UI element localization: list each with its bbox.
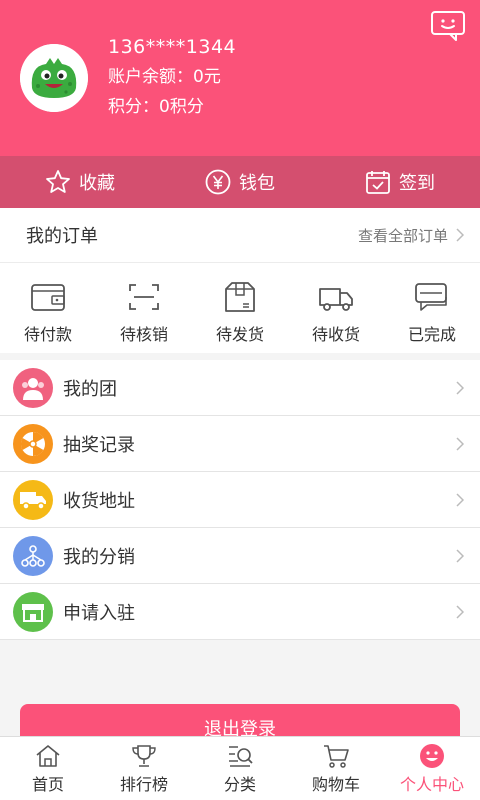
quick-actions-bar: 收藏 钱包 签到 — [0, 156, 480, 208]
menu-item-label: 收货地址 — [63, 490, 135, 512]
smiley-profile-icon — [420, 744, 444, 768]
chevron-right-icon — [456, 548, 464, 563]
order-status-label: 待发货 — [215, 325, 264, 344]
trophy-icon — [132, 745, 156, 767]
tab-label: 购物车 — [311, 775, 360, 794]
chevron-right-icon — [456, 436, 464, 451]
orders-title: 我的订单 — [26, 226, 98, 247]
tab-cart[interactable]: 购物车 — [288, 737, 384, 800]
checkin-label: 签到 — [399, 173, 435, 194]
menu-item-apply-join[interactable]: 申请入驻 — [0, 584, 480, 640]
wallet-button[interactable]: 钱包 — [160, 156, 320, 208]
menu-item-label: 申请入驻 — [63, 602, 135, 624]
chevron-right-icon — [456, 380, 464, 395]
tab-label: 首页 — [31, 775, 64, 794]
checkin-button[interactable]: 签到 — [320, 156, 480, 208]
profile-header: 136****1344 账户余额：0元 积分：0积分 — [0, 0, 480, 156]
menu-item-label: 我的分销 — [63, 546, 135, 568]
monster-avatar-icon — [20, 44, 88, 112]
scan-icon — [129, 284, 159, 310]
tab-label: 分类 — [223, 775, 256, 794]
order-pending-payment[interactable]: 待付款 — [0, 263, 96, 353]
group-icon — [13, 367, 53, 408]
yen-icon — [205, 169, 231, 195]
menu-item-label: 我的团 — [63, 378, 117, 400]
user-points: 积分：0积分 — [108, 97, 204, 117]
order-completed[interactable]: 已完成 — [384, 263, 480, 353]
avatar[interactable] — [20, 44, 88, 112]
chevron-right-icon — [456, 604, 464, 619]
delivery-truck-icon — [13, 479, 53, 520]
package-icon — [225, 282, 255, 312]
star-icon — [46, 170, 70, 193]
favorites-label: 收藏 — [79, 173, 115, 194]
tab-ranking[interactable]: 排行榜 — [96, 737, 192, 800]
order-status-label: 待核销 — [119, 325, 168, 344]
tab-home[interactable]: 首页 — [0, 737, 96, 800]
cart-icon — [324, 745, 349, 768]
menu-item-shipping-address[interactable]: 收货地址 — [0, 472, 480, 528]
account-balance: 账户余额：0元 — [108, 67, 221, 87]
favorites-button[interactable]: 收藏 — [0, 156, 160, 208]
menu-item-label: 抽奖记录 — [63, 434, 135, 456]
order-pending-verify[interactable]: 待核销 — [96, 263, 192, 353]
user-phone: 136****1344 — [108, 36, 237, 58]
category-search-icon — [229, 746, 253, 767]
chevron-right-icon — [456, 228, 464, 242]
view-all-orders-label: 查看全部订单 — [357, 226, 448, 245]
order-pending-shipment[interactable]: 待发货 — [192, 263, 288, 353]
message-icon[interactable] — [430, 10, 466, 42]
wallet-icon — [31, 284, 65, 311]
menu-item-my-group[interactable]: 我的团 — [0, 360, 480, 416]
order-pending-receipt[interactable]: 待收货 — [288, 263, 384, 353]
menu-item-distribution[interactable]: 我的分销 — [0, 528, 480, 584]
menu-item-lottery-records[interactable]: 抽奖记录 — [0, 416, 480, 472]
tab-label: 排行榜 — [119, 775, 168, 794]
bottom-tab-bar: 首页 排行榜 分类 购物车 个人中心 — [0, 736, 480, 800]
order-status-label: 待收货 — [311, 325, 360, 344]
wallet-label: 钱包 — [239, 173, 275, 194]
truck-icon — [319, 288, 353, 311]
home-icon — [36, 745, 60, 767]
chat-bubbles-icon — [415, 283, 447, 311]
tab-category[interactable]: 分类 — [192, 737, 288, 800]
my-orders-section: 我的订单 查看全部订单 待付款 待核销 待发货 待收货 已完成 — [0, 208, 480, 353]
order-status-label: 已完成 — [407, 325, 456, 344]
chevron-right-icon — [456, 492, 464, 507]
hierarchy-icon — [13, 535, 53, 576]
tab-profile[interactable]: 个人中心 — [384, 737, 480, 800]
storefront-icon — [13, 591, 53, 632]
order-status-label: 待付款 — [23, 325, 72, 344]
lottery-wheel-icon — [13, 423, 53, 464]
calendar-check-icon — [366, 171, 390, 194]
tab-label: 个人中心 — [399, 775, 464, 794]
view-all-orders-link[interactable]: 查看全部订单 — [358, 225, 464, 246]
feature-menu-list: 我的团 抽奖记录 收货地址 我的分销 申请入驻 — [0, 360, 480, 640]
